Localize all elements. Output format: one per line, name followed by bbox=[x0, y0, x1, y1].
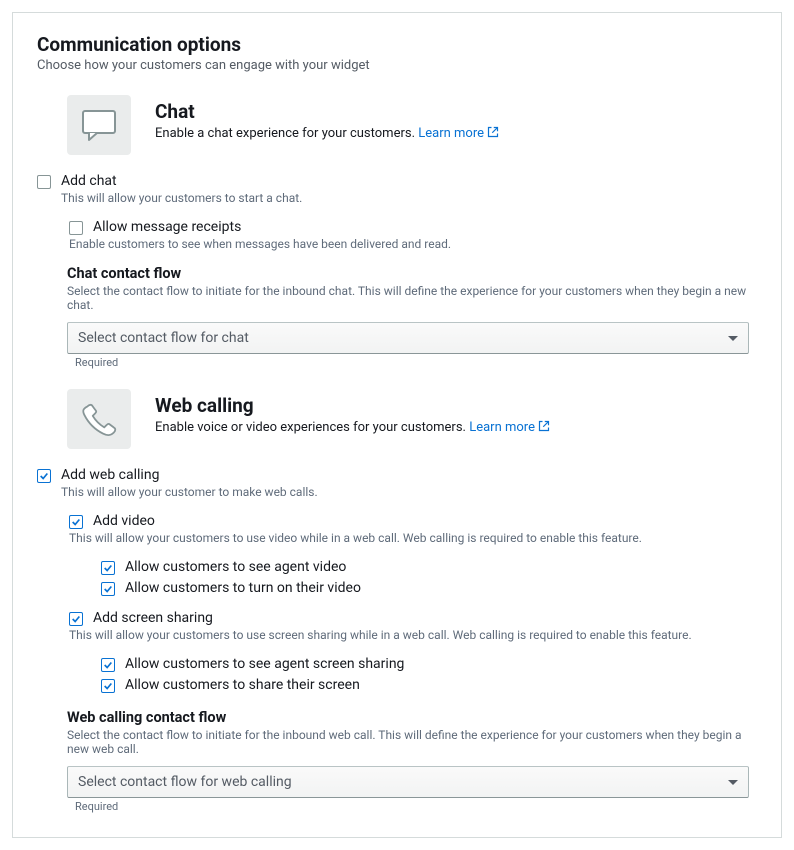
add-web-calling-label[interactable]: Add web calling bbox=[61, 467, 159, 483]
web-calling-title: Web calling bbox=[155, 394, 550, 417]
web-flow-placeholder: Select contact flow for web calling bbox=[78, 774, 292, 790]
chat-flow-placeholder: Select contact flow for chat bbox=[78, 330, 249, 346]
share-screen-row: Allow customers to share their screen bbox=[101, 677, 757, 693]
see-agent-screen-checkbox[interactable] bbox=[101, 658, 115, 672]
chat-flow-label: Chat contact flow bbox=[67, 265, 757, 282]
chevron-down-icon bbox=[728, 336, 738, 341]
external-link-icon bbox=[487, 126, 499, 142]
turn-on-video-label[interactable]: Allow customers to turn on their video bbox=[125, 580, 361, 596]
share-screen-checkbox[interactable] bbox=[101, 679, 115, 693]
add-chat-label[interactable]: Add chat bbox=[61, 173, 117, 189]
add-screen-checkbox[interactable] bbox=[69, 612, 83, 626]
allow-receipts-label[interactable]: Allow message receipts bbox=[93, 219, 241, 235]
add-chat-row: Add chat bbox=[37, 173, 757, 189]
chat-description: Enable a chat experience for your custom… bbox=[155, 126, 499, 142]
see-agent-screen-row: Allow customers to see agent screen shar… bbox=[101, 656, 757, 672]
allow-receipts-row: Allow message receipts bbox=[69, 219, 757, 235]
add-web-calling-row: Add web calling bbox=[37, 467, 757, 483]
communication-options-panel: Communication options Choose how your cu… bbox=[12, 12, 782, 838]
web-flow-required: Required bbox=[75, 800, 757, 813]
see-agent-video-checkbox[interactable] bbox=[101, 561, 115, 575]
share-screen-label[interactable]: Allow customers to share their screen bbox=[125, 677, 360, 693]
allow-receipts-hint: Enable customers to see when messages ha… bbox=[69, 237, 757, 251]
add-video-row: Add video bbox=[69, 513, 757, 529]
chat-learn-more-link[interactable]: Learn more bbox=[418, 126, 499, 141]
see-agent-video-row: Allow customers to see agent video bbox=[101, 559, 757, 575]
web-flow-label: Web calling contact flow bbox=[67, 709, 757, 726]
add-web-calling-checkbox[interactable] bbox=[37, 469, 51, 483]
chat-header: Chat Enable a chat experience for your c… bbox=[67, 95, 757, 155]
turn-on-video-row: Allow customers to turn on their video bbox=[101, 580, 757, 596]
chat-flow-select[interactable]: Select contact flow for chat bbox=[67, 322, 749, 354]
chat-flow-hint: Select the contact flow to initiate for … bbox=[67, 284, 757, 312]
turn-on-video-checkbox[interactable] bbox=[101, 582, 115, 596]
web-calling-description: Enable voice or video experiences for yo… bbox=[155, 420, 550, 436]
web-flow-select[interactable]: Select contact flow for web calling bbox=[67, 766, 749, 798]
add-chat-checkbox[interactable] bbox=[37, 175, 51, 189]
see-agent-screen-label[interactable]: Allow customers to see agent screen shar… bbox=[125, 656, 404, 672]
chat-flow-required: Required bbox=[75, 356, 757, 369]
external-link-icon bbox=[538, 420, 550, 436]
add-chat-hint: This will allow your customers to start … bbox=[61, 191, 757, 205]
chat-title: Chat bbox=[155, 100, 499, 123]
chat-icon bbox=[67, 95, 131, 155]
add-web-calling-hint: This will allow your customer to make we… bbox=[61, 485, 757, 499]
panel-title: Communication options bbox=[37, 33, 757, 56]
add-screen-row: Add screen sharing bbox=[69, 610, 757, 626]
add-screen-hint: This will allow your customers to use sc… bbox=[69, 628, 757, 642]
web-learn-more-link[interactable]: Learn more bbox=[469, 420, 550, 435]
see-agent-video-label[interactable]: Allow customers to see agent video bbox=[125, 559, 346, 575]
panel-subtitle: Choose how your customers can engage wit… bbox=[37, 58, 757, 73]
web-flow-hint: Select the contact flow to initiate for … bbox=[67, 728, 757, 756]
chevron-down-icon bbox=[728, 780, 738, 785]
add-screen-label[interactable]: Add screen sharing bbox=[93, 610, 213, 626]
allow-receipts-checkbox[interactable] bbox=[69, 221, 83, 235]
phone-icon bbox=[67, 389, 131, 449]
add-video-label[interactable]: Add video bbox=[93, 513, 155, 529]
web-calling-header: Web calling Enable voice or video experi… bbox=[67, 389, 757, 449]
add-video-hint: This will allow your customers to use vi… bbox=[69, 531, 757, 545]
add-video-checkbox[interactable] bbox=[69, 515, 83, 529]
